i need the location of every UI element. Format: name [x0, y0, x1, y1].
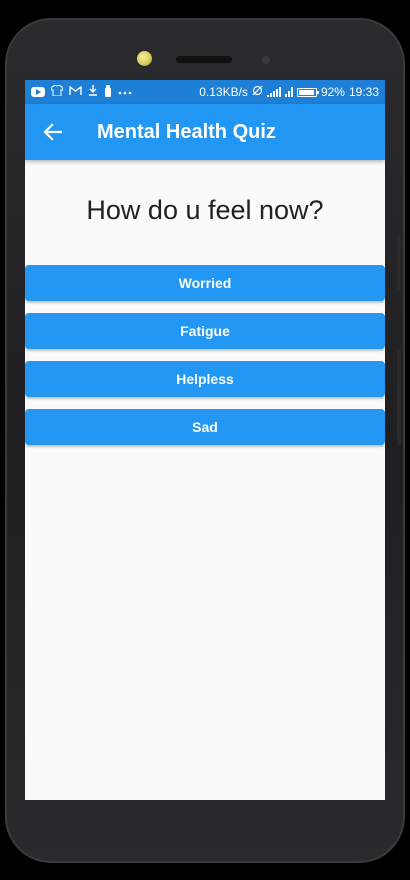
- notification-icon: [104, 84, 112, 100]
- sensor-icon: [260, 54, 272, 66]
- volume-button: [397, 235, 401, 290]
- screen: 0.13KB/s 92% 19:33 Mental Health Quiz Ho…: [25, 80, 385, 800]
- answer-list: Worried Fatigue Helpless Sad: [25, 265, 385, 445]
- arrow-back-icon: [43, 123, 63, 141]
- status-bar: 0.13KB/s 92% 19:33: [25, 80, 385, 104]
- answer-button-sad[interactable]: Sad: [25, 409, 385, 445]
- more-icon: [118, 87, 132, 98]
- app-bar: Mental Health Quiz: [25, 104, 385, 160]
- cell-signal-icon: [284, 87, 293, 97]
- answer-button-fatigue[interactable]: Fatigue: [25, 313, 385, 349]
- power-button: [397, 350, 401, 445]
- shirt-icon: [50, 84, 64, 99]
- back-button[interactable]: [25, 104, 81, 160]
- gmail-icon: [69, 85, 82, 99]
- question-text: How do u feel now?: [86, 195, 324, 225]
- speaker-grille: [176, 56, 232, 63]
- wifi-signal-icon: [266, 87, 281, 97]
- answer-button-worried[interactable]: Worried: [25, 265, 385, 301]
- sync-off-icon: [252, 85, 263, 99]
- youtube-icon: [31, 87, 45, 97]
- page-title: Mental Health Quiz: [97, 120, 276, 143]
- answer-button-helpless[interactable]: Helpless: [25, 361, 385, 397]
- battery-icon: [296, 87, 319, 97]
- battery-percent: 92%: [320, 85, 345, 99]
- network-speed: 0.13KB/s: [199, 85, 248, 99]
- clock: 19:33: [348, 85, 379, 99]
- camera-icon: [137, 51, 152, 66]
- download-icon: [88, 85, 98, 99]
